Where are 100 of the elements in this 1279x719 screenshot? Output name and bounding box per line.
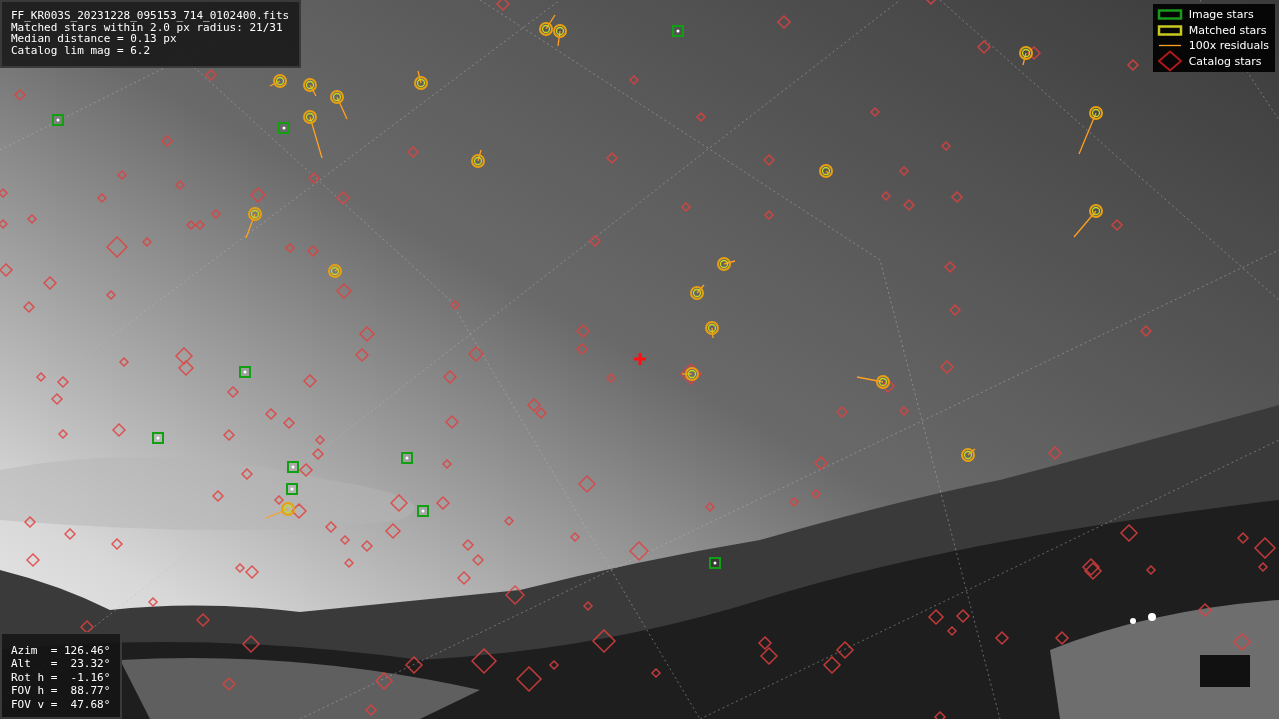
catalog-star-marker: [311, 447, 325, 461]
catalog-star-marker: [404, 655, 424, 675]
catalog-star-marker: [456, 570, 472, 586]
catalog-star-marker: [950, 190, 964, 204]
matched-star-marker: [1073, 204, 1103, 238]
catalog-star-marker: [249, 186, 267, 204]
catalog-star-marker: [948, 303, 962, 317]
catalog-star-marker: [503, 515, 515, 527]
catalog-star-marker: [302, 373, 318, 389]
catalog-star-marker: [147, 596, 159, 608]
catalog-star-marker: [339, 534, 351, 546]
catalog-star-marker: [23, 515, 37, 529]
catalog-star-marker: [515, 665, 543, 693]
catalog-star-marker: [110, 537, 124, 551]
catalog-star-marker: [869, 106, 881, 118]
catalog-star-marker: [461, 538, 475, 552]
matched-star-marker: [303, 110, 323, 159]
catalog-star-marker: [940, 140, 952, 152]
catalog-star-marker: [284, 242, 296, 254]
catalog-star-marker: [210, 208, 222, 220]
catalog-star-marker: [324, 520, 338, 534]
catalog-star-marker: [358, 325, 376, 343]
info-text: Median distance = 0.13 px: [11, 33, 177, 45]
catalog-star-marker: [314, 434, 326, 446]
catalog-star-marker: [222, 428, 236, 442]
catalog-star-marker: [704, 501, 716, 513]
pointing-text: FOV h = 88.77°: [11, 684, 111, 698]
matched-star-marker: [328, 264, 342, 278]
matched-star-marker: [856, 375, 890, 389]
catalog-star-marker: [943, 260, 957, 274]
catalog-star-marker: [22, 300, 36, 314]
catalog-star-marker: [762, 153, 776, 167]
catalog-star-marker: [441, 458, 453, 470]
matched-star-marker: [961, 448, 976, 462]
catalog-star-marker: [57, 428, 69, 440]
catalog-star-marker: [575, 323, 591, 339]
catalog-star-marker: [933, 710, 947, 719]
legend-label: Image stars: [1188, 8, 1254, 22]
catalog-star-marker: [185, 219, 197, 231]
matched-star-marker: [303, 78, 317, 97]
catalog-star-marker: [111, 422, 127, 438]
catalog-star-marker: [1236, 531, 1250, 545]
catalog-star-marker: [810, 488, 822, 500]
catalog-star-marker: [1054, 630, 1070, 646]
catalog-star-marker: [240, 467, 254, 481]
catalog-star-marker: [25, 552, 41, 568]
catalog-star-marker: [759, 646, 779, 666]
catalog-star-marker: [835, 640, 855, 660]
matched-star-marker: [414, 70, 428, 90]
catalog-star-marker: [449, 299, 461, 311]
catalog-star-marker: [63, 527, 77, 541]
catalog-star-marker: [650, 667, 662, 679]
catalog-star-marker: [35, 371, 47, 383]
catalog-star-marker: [273, 494, 285, 506]
matched-star-marker: [553, 24, 567, 47]
catalog-star-marker: [0, 218, 9, 230]
diamond-icon: [1156, 50, 1183, 73]
matched-star-marker: [681, 367, 699, 381]
catalog-star-marker: [141, 236, 153, 248]
catalog-star-marker: [1026, 45, 1042, 61]
legend-label: Matched stars: [1188, 23, 1267, 37]
info-text: FF_KR003S_20231228_095153_714_0102400.fits: [11, 10, 290, 22]
catalog-star-marker: [569, 531, 581, 543]
catalog-star-marker: [13, 88, 27, 102]
catalog-star-marker: [470, 647, 498, 675]
catalog-star-marker: [42, 275, 58, 291]
catalog-star-marker: [835, 405, 849, 419]
catalog-star-marker: [1047, 445, 1063, 461]
catalog-star-marker: [226, 385, 240, 399]
pointing-text: FOV v = 47.68°: [11, 697, 111, 711]
catalog-star-marker: [994, 630, 1010, 646]
catalog-star-marker: [880, 378, 896, 394]
catalog-star-marker: [822, 655, 842, 675]
catalog-star-marker: [605, 372, 617, 384]
legend-label: 100x residuals: [1188, 39, 1269, 53]
catalog-star-marker: [335, 282, 353, 300]
catalog-star-marker: [1139, 324, 1153, 338]
catalog-star-marker: [679, 362, 703, 386]
info-text: Matched stars within 2.0 px radius: 21/31: [11, 21, 283, 33]
catalog-star-marker: [282, 416, 296, 430]
info-text: Catalog lim mag = 6.2: [11, 44, 152, 56]
catalog-star-marker: [575, 342, 589, 356]
catalog-star-marker: [335, 190, 351, 206]
catalog-star-marker: [976, 39, 992, 55]
catalog-star-marker: [374, 671, 394, 691]
catalog-star-marker: [160, 134, 174, 148]
catalog-star-marker: [880, 190, 892, 202]
catalog-star-marker: [444, 414, 460, 430]
catalog-star-marker: [577, 474, 597, 494]
catalog-star-marker: [174, 346, 194, 366]
matched-star-marker: [269, 74, 287, 88]
catalog-star-marker: [56, 375, 70, 389]
catalog-star-marker: [898, 165, 910, 177]
catalog-star-marker: [307, 171, 321, 185]
matched-star-marker: [245, 207, 262, 239]
catalog-star-marker: [290, 502, 308, 520]
legend-label: Catalog stars: [1188, 54, 1262, 68]
catalog-star-marker: [0, 262, 14, 278]
matched-star-marker: [1019, 46, 1033, 66]
catalog-star-marker: [241, 634, 261, 654]
